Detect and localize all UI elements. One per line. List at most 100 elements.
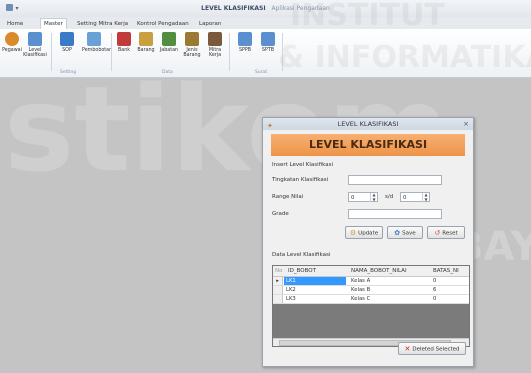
ribbon-sop-button[interactable]: SOP	[55, 32, 79, 53]
range-to-value: 0	[403, 195, 407, 201]
dialog-header: LEVEL KLASIFIKASI	[271, 134, 465, 156]
grade-label: Grade	[272, 211, 289, 217]
row-selector-icon[interactable]	[273, 295, 283, 303]
cell-batas[interactable]: 0	[433, 295, 469, 303]
table-row[interactable]: LK3 Kelas C 0	[273, 295, 469, 304]
ribbon-label: SOP	[62, 48, 72, 53]
window-subtitle: Aplikasi Pengadaan	[271, 5, 330, 12]
data-section-label: Data Level Klasifikasi	[272, 252, 331, 258]
reset-label: Reset	[442, 230, 458, 237]
table-row[interactable]: LK2 Kelas B 6	[273, 286, 469, 295]
ribbon-label: Pembobotan	[82, 48, 113, 53]
group-label-surat: Surat	[255, 70, 268, 75]
group-separator	[51, 33, 52, 71]
ribbon-pembobotan-button[interactable]: Pembobotan	[82, 32, 112, 53]
save-button[interactable]: ✿ Save	[387, 226, 423, 239]
close-icon[interactable]: ×	[463, 118, 469, 130]
cell-batas[interactable]: 0	[433, 277, 469, 285]
tingkatan-label: Tingkatan Klasifikasi	[272, 177, 329, 183]
column-header-batas[interactable]: BATAS_NI	[433, 266, 469, 276]
chart-icon	[28, 32, 42, 46]
handshake-icon	[208, 32, 222, 46]
ribbon-label: Jabatan	[159, 48, 179, 53]
tag-icon	[185, 32, 199, 46]
ribbon-label: Barang	[137, 48, 155, 53]
bank-icon	[117, 32, 131, 46]
ribbon-barang-button[interactable]: Barang	[134, 32, 158, 53]
spin-arrows-icon[interactable]: ▲ ▼	[422, 192, 429, 202]
column-header-no[interactable]: No	[275, 266, 284, 276]
save-label: Save	[402, 230, 416, 237]
group-separator	[229, 33, 230, 71]
document-icon	[238, 32, 252, 46]
column-header-id-bobot[interactable]: ID_BOBOT	[288, 266, 346, 276]
reset-icon: ↺	[434, 229, 441, 237]
ribbon-pegawai-button[interactable]: Pegawai	[0, 32, 24, 53]
cell-batas[interactable]: 6	[433, 286, 469, 294]
ribbon-label: Level Klasifikasi	[23, 48, 47, 58]
cell-nama[interactable]: Kelas B	[351, 286, 429, 294]
ribbon-jenis-barang-button[interactable]: Jenis Barang	[180, 32, 204, 58]
user-tie-icon	[162, 32, 176, 46]
range-from-stepper[interactable]: 0 ▲ ▼	[348, 192, 378, 202]
column-header-nama-bobot[interactable]: NAMA_BOBOT_NILAI	[351, 266, 429, 276]
reset-button[interactable]: ↺ Reset	[427, 226, 465, 239]
book-icon	[60, 32, 74, 46]
ribbon-sptb-button[interactable]: SPTB	[256, 32, 280, 53]
title-bar: ▾ LEVEL KLASIFIKASI Aplikasi Pengadaan	[0, 0, 531, 17]
row-selector-icon[interactable]	[273, 286, 283, 294]
range-label: Range Nilai	[272, 194, 304, 200]
ribbon-sppb-button[interactable]: SPPB	[233, 32, 257, 53]
cell-nama[interactable]: Kelas C	[351, 295, 429, 303]
ribbon-label: SPPB	[238, 48, 252, 53]
range-to-stepper[interactable]: 0 ▲ ▼	[400, 192, 430, 202]
cell-id[interactable]: LK2	[286, 286, 346, 294]
save-icon: ✿	[394, 229, 401, 237]
ribbon-label: Mitra Kerja	[208, 48, 222, 58]
level-klasifikasi-grid[interactable]: No ID_BOBOT NAMA_BOBOT_NILAI BATAS_NI ▸ …	[272, 265, 470, 347]
ribbon-label: Jenis Barang	[183, 48, 201, 58]
dialog-title: LEVEL KLASIFIKASI	[337, 120, 399, 128]
window-title: LEVEL KLASIFIKASI Aplikasi Pengadaan	[0, 5, 531, 12]
ribbon-label: SPTB	[261, 48, 275, 53]
tab-kontrol-pengadaan[interactable]: Kontrol Pengadaan	[134, 19, 192, 29]
tab-home[interactable]: Home	[4, 19, 26, 29]
cell-nama[interactable]: Kelas A	[351, 277, 429, 285]
tab-setting-mitra-kerja[interactable]: Setting Mitra Kerja	[74, 19, 131, 29]
spin-arrows-icon[interactable]: ▲ ▼	[370, 192, 377, 202]
grade-input[interactable]	[348, 209, 442, 219]
sd-label: s/d	[385, 194, 394, 200]
table-icon	[87, 32, 101, 46]
insert-section-label: Insert Level Klasifikasi	[272, 162, 334, 168]
cell-id[interactable]: LK3	[286, 295, 346, 303]
ribbon-bank-button[interactable]: Bank	[112, 32, 136, 53]
update-label: Update	[358, 230, 379, 237]
ribbon-level-klasifikasi-button[interactable]: Level Klasifikasi	[23, 32, 47, 58]
delete-label: Deleted Selected	[412, 346, 460, 353]
table-row[interactable]: ▸ LK1 Kelas A 0	[273, 277, 469, 286]
dialog-title-bar[interactable]: ✦ LEVEL KLASIFIKASI ×	[263, 118, 473, 130]
tab-master[interactable]: Master	[40, 18, 67, 29]
group-label-data: Data	[162, 70, 173, 75]
update-icon: ⚙	[349, 229, 357, 237]
window-title-main: LEVEL KLASIFIKASI	[201, 5, 266, 12]
tab-laporan[interactable]: Laporan	[196, 19, 224, 29]
grid-header: No ID_BOBOT NAMA_BOBOT_NILAI BATAS_NI	[273, 266, 469, 277]
ribbon-panel: Pegawai Level Klasifikasi SOP Pembobotan…	[0, 29, 531, 78]
ribbon-mitra-kerja-button[interactable]: Mitra Kerja	[203, 32, 227, 58]
row-selector-icon[interactable]: ▸	[273, 277, 283, 285]
group-label-setting: Setting	[60, 70, 77, 75]
update-button[interactable]: ⚙ Update	[345, 226, 383, 239]
delete-selected-button[interactable]: ✕ Deleted Selected	[398, 342, 466, 355]
ribbon-label: Pegawai	[2, 48, 22, 53]
tingkatan-input[interactable]	[348, 175, 442, 185]
delete-icon: ✕	[404, 345, 411, 353]
ribbon-jabatan-button[interactable]: Jabatan	[157, 32, 181, 53]
level-klasifikasi-dialog: ✦ LEVEL KLASIFIKASI × LEVEL KLASIFIKASI …	[262, 117, 474, 367]
document-icon	[261, 32, 275, 46]
range-from-value: 0	[351, 195, 355, 201]
people-icon	[5, 32, 19, 46]
box-icon	[139, 32, 153, 46]
form-icon: ✦	[267, 122, 273, 130]
cell-id[interactable]: LK1	[284, 277, 346, 285]
